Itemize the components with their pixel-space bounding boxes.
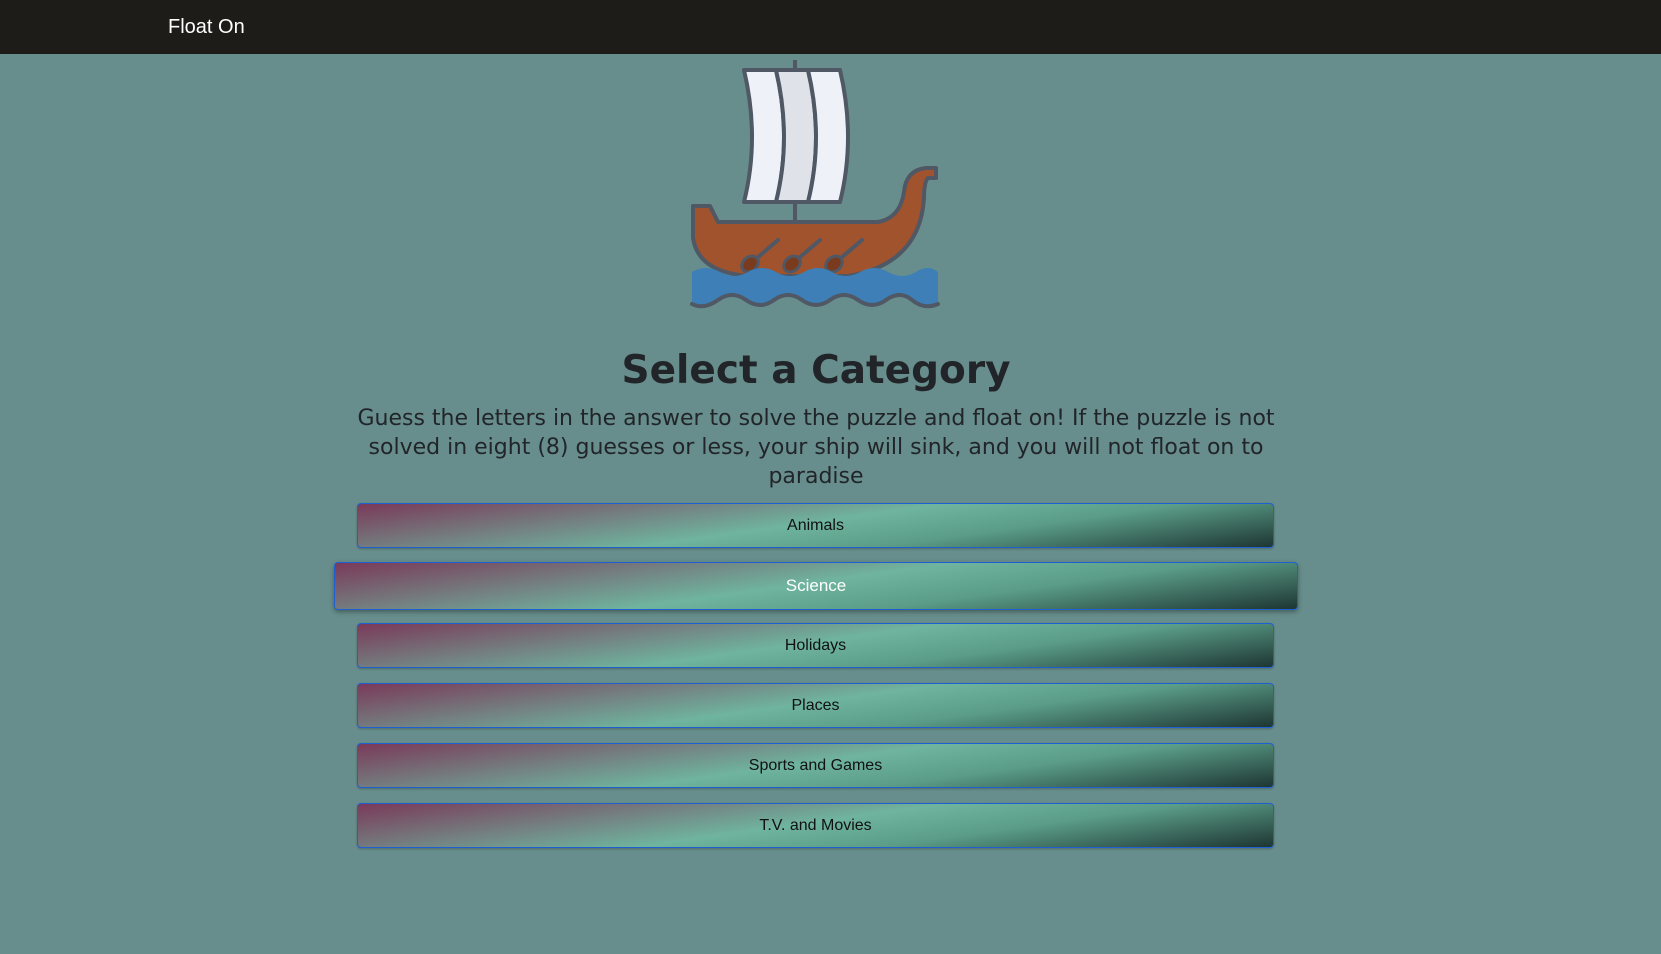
category-button-holidays[interactable]: Holidays <box>357 623 1274 668</box>
category-button-sports-and-games[interactable]: Sports and Games <box>357 743 1274 788</box>
instructions-text: Guess the letters in the answer to solve… <box>357 406 1275 489</box>
category-button-tv-and-movies[interactable]: T.V. and Movies <box>357 803 1274 848</box>
category-button-animals[interactable]: Animals <box>357 503 1274 548</box>
category-button-places[interactable]: Places <box>357 683 1274 728</box>
brand-link[interactable]: Float On <box>168 16 245 39</box>
viking-ship-icon <box>688 58 944 310</box>
page-title: Select a Category <box>621 348 1011 393</box>
category-button-science[interactable]: Science <box>334 562 1298 610</box>
navbar: Float On <box>0 0 1661 54</box>
